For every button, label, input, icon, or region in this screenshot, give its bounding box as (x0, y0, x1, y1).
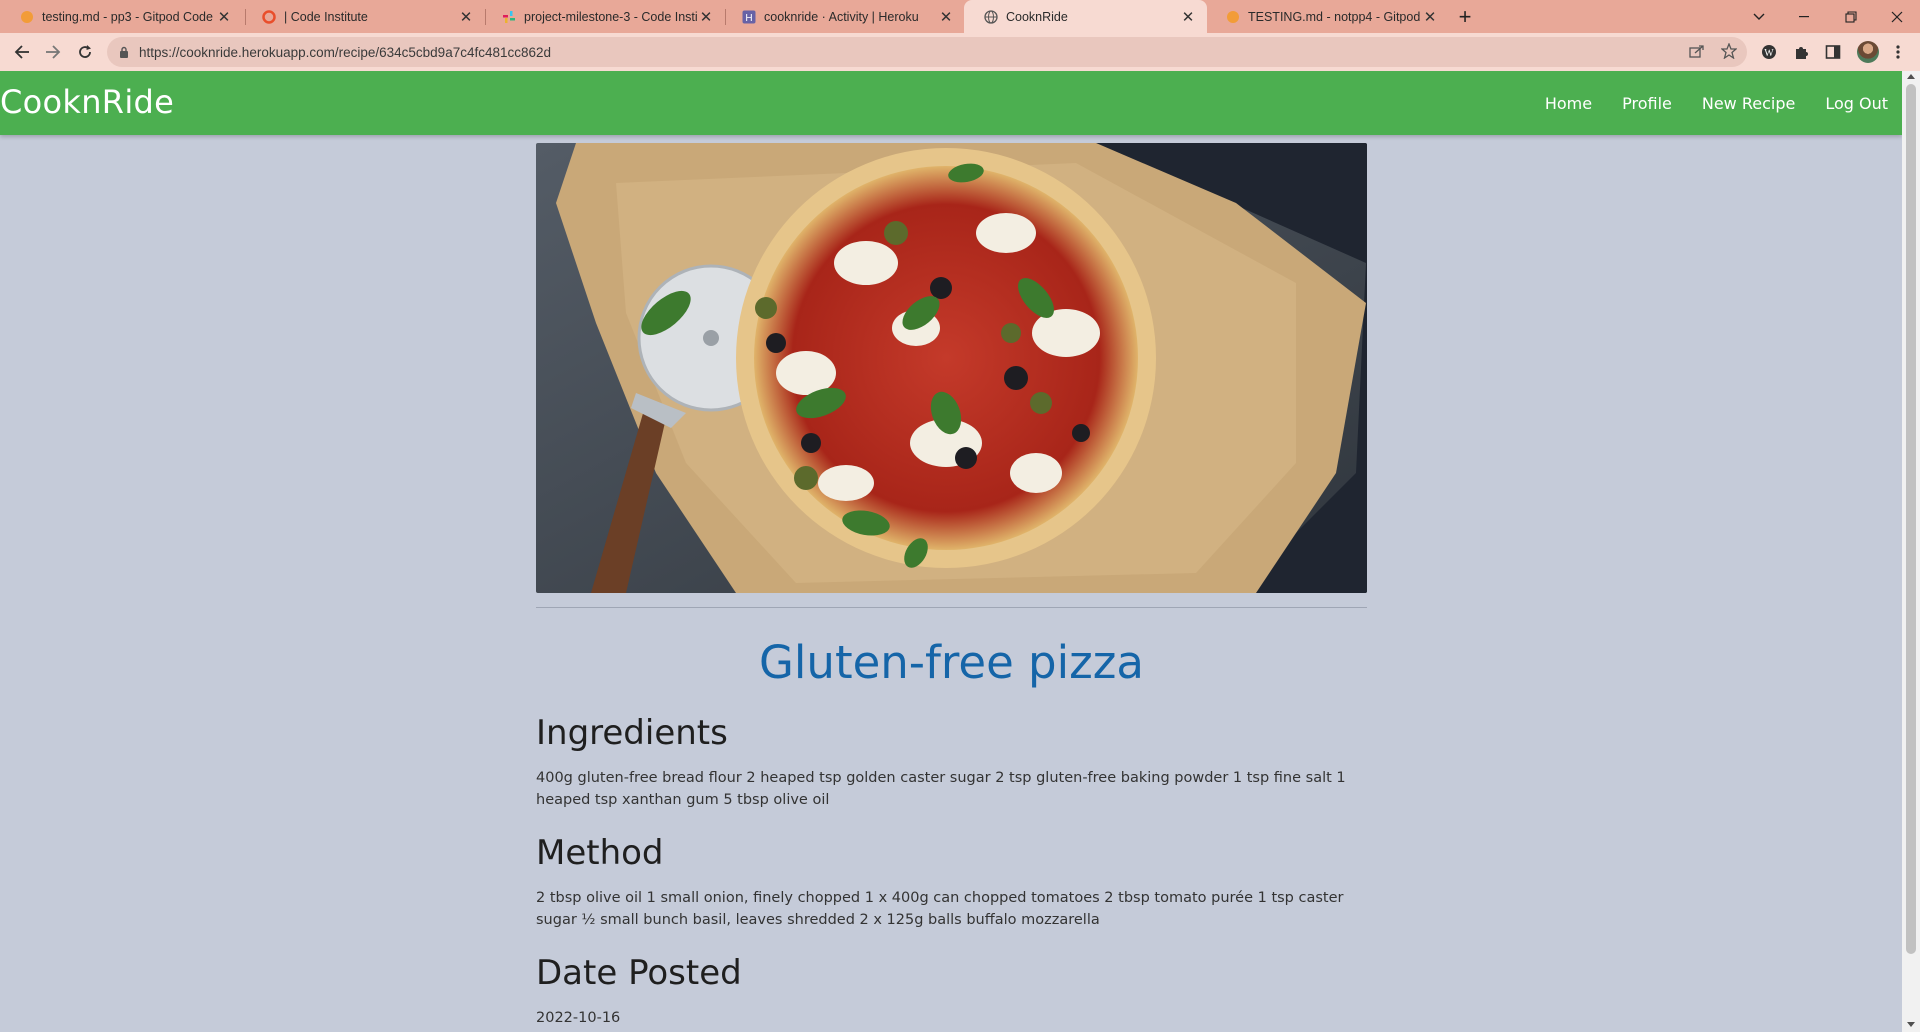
extensions-puzzle-icon[interactable] (1789, 40, 1813, 64)
scroll-down-arrow-icon[interactable] (1907, 1022, 1915, 1027)
nav-link-log-out[interactable]: Log Out (1825, 94, 1888, 113)
page-scrollbar[interactable] (1902, 71, 1920, 1032)
heroku-icon: H (742, 10, 756, 24)
close-icon[interactable]: ✕ (937, 8, 955, 26)
close-icon[interactable]: ✕ (457, 8, 475, 26)
tab-label: CooknRide (1006, 9, 1068, 24)
method-heading: Method (536, 833, 664, 873)
profile-avatar[interactable] (1857, 41, 1879, 63)
tab-label: TESTING.md - notpp4 - Gitpod C (1248, 9, 1421, 24)
browser-tab[interactable]: H cooknride · Activity | Heroku ✕ (722, 0, 965, 33)
browser-tab[interactable]: TESTING.md - notpp4 - Gitpod C ✕ (1206, 0, 1449, 33)
wordpress-extension-icon[interactable]: W (1757, 40, 1781, 64)
minimize-icon[interactable] (1782, 0, 1828, 33)
menu-kebab-icon[interactable] (1886, 40, 1910, 64)
scroll-up-arrow-icon[interactable] (1907, 74, 1915, 79)
gitpod-icon (20, 10, 34, 24)
browser-tab[interactable]: testing.md - pp3 - Gitpod Code ✕ (0, 0, 243, 33)
tab-label: project-milestone-3 - Code Instit (524, 9, 697, 24)
address-bar[interactable]: https://cooknride.herokuapp.com/recipe/6… (107, 37, 1747, 67)
tab-label: cooknride · Activity | Heroku (764, 9, 919, 24)
tab-label: testing.md - pp3 - Gitpod Code (42, 9, 213, 24)
gitpod-icon (1226, 10, 1240, 24)
nav-links: Home Profile New Recipe Log Out (1515, 71, 1888, 135)
code-institute-icon (262, 9, 276, 24)
recipe-title: Gluten-free pizza (759, 636, 1144, 689)
star-icon[interactable] (1718, 40, 1740, 62)
side-panel-icon[interactable] (1821, 40, 1845, 64)
forward-arrow-icon[interactable] (40, 39, 66, 65)
date-posted-value: 2022-10-16 (536, 1010, 621, 1026)
share-icon[interactable] (1686, 40, 1708, 62)
close-icon[interactable]: ✕ (1421, 8, 1439, 26)
slack-icon (502, 10, 516, 24)
close-icon[interactable]: ✕ (697, 8, 715, 26)
tab-strip: testing.md - pp3 - Gitpod Code ✕ | Code … (0, 0, 1920, 33)
restore-icon[interactable] (1828, 0, 1874, 33)
date-posted-heading: Date Posted (536, 953, 742, 993)
recipe-image (536, 143, 1367, 593)
divider (536, 607, 1367, 608)
close-icon[interactable]: ✕ (1179, 8, 1197, 26)
new-tab-button[interactable]: + (1453, 4, 1477, 29)
back-arrow-icon[interactable] (9, 39, 35, 65)
site-navbar: CooknRide Home Profile New Recipe Log Ou… (0, 71, 1902, 135)
browser-tab-active[interactable]: CooknRide ✕ (964, 0, 1207, 33)
nav-link-new-recipe[interactable]: New Recipe (1702, 94, 1795, 113)
svg-text:H: H (745, 13, 752, 24)
nav-link-home[interactable]: Home (1545, 94, 1592, 113)
nav-link-profile[interactable]: Profile (1622, 94, 1672, 113)
lock-icon[interactable] (119, 46, 129, 58)
ingredients-heading: Ingredients (536, 713, 728, 753)
browser-tab[interactable]: project-milestone-3 - Code Instit ✕ (482, 0, 725, 33)
page-viewport: CooknRide Home Profile New Recipe Log Ou… (0, 71, 1902, 1032)
tab-search-icon[interactable] (1736, 0, 1782, 33)
ingredients-text: 400g gluten-free bread flour 2 heaped ts… (536, 770, 1346, 808)
scrollbar-thumb[interactable] (1906, 84, 1916, 954)
method-text: 2 tbsp olive oil 1 small onion, finely c… (536, 890, 1344, 928)
recipe-content: Gluten-free pizza Ingredients 400g glute… (536, 143, 1367, 1032)
globe-icon (984, 9, 998, 24)
brand-logo[interactable]: CooknRide (0, 83, 174, 121)
close-window-icon[interactable] (1874, 0, 1920, 33)
close-icon[interactable]: ✕ (215, 8, 233, 26)
tab-label: | Code Institute (284, 9, 368, 24)
reload-icon[interactable] (72, 39, 98, 65)
url-text: https://cooknride.herokuapp.com/recipe/6… (139, 44, 552, 60)
svg-text:W: W (1764, 48, 1774, 59)
browser-toolbar: https://cooknride.herokuapp.com/recipe/6… (0, 33, 1920, 71)
browser-tab[interactable]: | Code Institute ✕ (242, 0, 485, 33)
pizza-photo (536, 143, 1367, 593)
